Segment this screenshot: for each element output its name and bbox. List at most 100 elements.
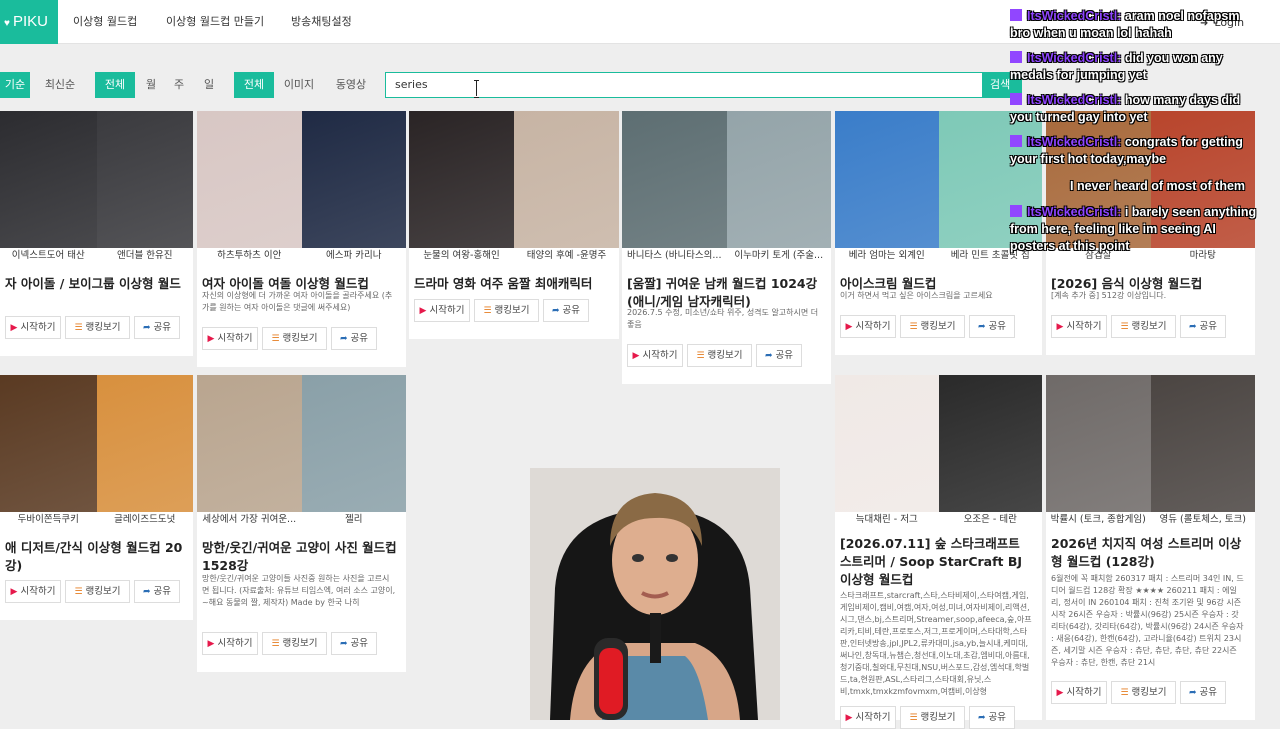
- card-description: 스타크래프트,starcraft,스타,스타비제이,스타여캠,게임,게임비제이,…: [840, 591, 1032, 696]
- card-thumbnail[interactable]: [197, 111, 406, 248]
- streamer-webcam: [530, 468, 780, 720]
- chat-message: ItsWickedCristl: how many days did you t…: [1010, 92, 1260, 126]
- share-button[interactable]: ➦ 공유: [134, 316, 180, 339]
- start-button-label: 시작하기: [855, 321, 891, 332]
- share-button-label: 공유: [562, 305, 581, 316]
- card-thumbnail[interactable]: [1046, 375, 1255, 512]
- worldcup-card[interactable]: 하츠투하츠 이안 에스파 카리나 여자 아이돌 여돌 이상형 월드컵 자신의 이상형에…: [197, 111, 406, 367]
- thumbnail-caption: 오조은 - 테란: [963, 514, 1017, 525]
- play-icon: ▶: [845, 713, 853, 723]
- subscriber-badge-icon: [1010, 51, 1022, 63]
- ranking-button[interactable]: ☰ 랭킹보기: [900, 315, 965, 338]
- share-button[interactable]: ➦ 공유: [756, 344, 802, 367]
- period-month-button[interactable]: 월: [140, 72, 162, 98]
- ranking-button[interactable]: ☰ 랭킹보기: [65, 580, 130, 603]
- ranking-button-label: 랭킹보기: [282, 638, 318, 649]
- nav-link-stream-chat-settings[interactable]: 방송채팅설정: [291, 0, 352, 44]
- thumbnail-caption: 두바이쫀득쿠키: [17, 514, 79, 525]
- card-description: 2026.7.5 수정, 미소년/쇼타 위주, 성격도 알고하시면 더 좋음: [627, 308, 819, 329]
- card-thumbnail[interactable]: [409, 111, 619, 248]
- start-button-label: 시작하기: [429, 305, 465, 316]
- sort-latest-button[interactable]: 최신순: [36, 72, 84, 98]
- share-button-label: 공유: [775, 350, 794, 361]
- worldcup-card[interactable]: 눈물의 여왕-홍해인 태양의 후예 -윤명주 드라마 영화 여주 움짤 최애캐릭터 ▶…: [409, 111, 619, 339]
- start-button-label: 시작하기: [1066, 687, 1102, 698]
- card-title[interactable]: 2026년 치지직 여성 스트리머 이상형 월드컵 (128강): [1051, 535, 1247, 571]
- worldcup-card[interactable]: 세상에서 가장 귀여운... 젤리 망한/웃긴/귀여운 고양이 사진 월드컵 152…: [197, 375, 406, 672]
- ranking-button-label: 랭킹보기: [494, 305, 530, 316]
- nav-link-worldcup[interactable]: 이상형 월드컵: [73, 0, 137, 44]
- thumbnail-image: [197, 375, 302, 512]
- worldcup-card[interactable]: 두바이쫀득쿠키 글레이즈드도넛애 디저트/간식 이상형 월드컵 20강) ▶ 시작하기…: [0, 375, 193, 620]
- logo-text: PIKU: [12, 13, 48, 30]
- play-icon: ▶: [1056, 322, 1064, 332]
- start-button[interactable]: ▶ 시작하기: [202, 632, 258, 655]
- worldcup-card[interactable]: 바니타스 (바니타스의... 이누마키 토게 (주술... [움짤] 귀여운 남캐 …: [622, 111, 831, 384]
- share-button[interactable]: ➦ 공유: [331, 327, 377, 350]
- period-day-button[interactable]: 일: [198, 72, 220, 98]
- start-button[interactable]: ▶ 시작하기: [202, 327, 258, 350]
- share-button-label: 공유: [350, 333, 369, 344]
- start-button[interactable]: ▶ 시작하기: [5, 580, 61, 603]
- share-icon: ➦: [1188, 688, 1197, 698]
- card-thumbnail[interactable]: [197, 375, 406, 512]
- start-button-label: 시작하기: [217, 333, 253, 344]
- card-title[interactable]: [2026.07.11] 숲 스타크래프트 스트리머 / Soop StarCr…: [840, 535, 1034, 589]
- chat-username: ItsWickedCristl:: [1027, 205, 1122, 219]
- card-title[interactable]: [움짤] 귀여운 남캐 월드컵 1024강 (애니/게임 남자캐릭터): [627, 275, 823, 311]
- card-title[interactable]: 망한/웃긴/귀여운 고양이 사진 월드컵 1528강: [202, 539, 398, 575]
- play-icon: ▶: [632, 351, 640, 361]
- worldcup-card[interactable]: 이넥스트도어 태산 앤더블 한유진 자 아이돌 / 보이그룹 이상형 월드 ▶ 시작하기…: [0, 111, 193, 356]
- play-icon: ▶: [207, 639, 215, 649]
- list-icon: ☰: [909, 322, 918, 332]
- start-button[interactable]: ▶ 시작하기: [1051, 681, 1107, 704]
- nav-link-create-worldcup[interactable]: 이상형 월드컵 만들기: [166, 0, 264, 44]
- start-button[interactable]: ▶ 시작하기: [414, 299, 470, 322]
- media-image-button[interactable]: 이미지: [278, 72, 320, 98]
- thumbnail-image: [514, 111, 619, 248]
- card-thumbnail[interactable]: [0, 375, 193, 512]
- share-button[interactable]: ➦ 공유: [1180, 315, 1226, 338]
- worldcup-card[interactable]: 박률시 (토크, 종합게임) 영듀 (롤토체스, 토크) 2026년 치지직 여성 …: [1046, 375, 1255, 720]
- start-button[interactable]: ▶ 시작하기: [840, 706, 896, 729]
- media-all-button[interactable]: 전체: [234, 72, 274, 98]
- ranking-button[interactable]: ☰ 랭킹보기: [1111, 681, 1176, 704]
- start-button[interactable]: ▶ 시작하기: [840, 315, 896, 338]
- card-description: 이거 하면서 먹고 싶은 아이스크림을 고르세요: [840, 291, 993, 300]
- card-thumbnail[interactable]: [622, 111, 831, 248]
- logo[interactable]: ♥ PIKU: [0, 0, 58, 44]
- ranking-button[interactable]: ☰ 랭킹보기: [1111, 315, 1176, 338]
- thumbnail-image: [301, 111, 406, 248]
- share-button[interactable]: ➦ 공유: [1180, 681, 1226, 704]
- ranking-button[interactable]: ☰ 랭킹보기: [262, 632, 327, 655]
- ranking-button[interactable]: ☰ 랭킹보기: [262, 327, 327, 350]
- card-title[interactable]: 드라마 영화 여주 움짤 최애캐릭터: [414, 275, 611, 293]
- start-button[interactable]: ▶ 시작하기: [627, 344, 683, 367]
- share-button[interactable]: ➦ 공유: [331, 632, 377, 655]
- share-button[interactable]: ➦ 공유: [134, 580, 180, 603]
- share-button-label: 공유: [1199, 321, 1218, 332]
- ranking-button[interactable]: ☰ 랭킹보기: [687, 344, 752, 367]
- worldcup-card[interactable]: 늑대채린 - 저그 오조은 - 테란 [2026.07.11] 숲 스타크래프트 스…: [835, 375, 1042, 729]
- share-icon: ➦: [142, 587, 151, 597]
- thumbnail-caption: 글레이즈드도넛: [114, 514, 176, 525]
- card-thumbnail[interactable]: [0, 111, 193, 248]
- card-thumbnail[interactable]: [835, 375, 1042, 512]
- share-button[interactable]: ➦ 공유: [543, 299, 589, 322]
- start-button-label: 시작하기: [20, 586, 56, 597]
- subscriber-badge-icon: [1010, 135, 1022, 147]
- start-button[interactable]: ▶ 시작하기: [5, 316, 61, 339]
- share-button[interactable]: ➦ 공유: [969, 315, 1015, 338]
- period-all-button[interactable]: 전체: [95, 72, 135, 98]
- ranking-button[interactable]: ☰ 랭킹보기: [474, 299, 539, 322]
- share-button[interactable]: ➦ 공유: [969, 706, 1015, 729]
- sort-popular-button[interactable]: 기순: [0, 72, 30, 98]
- card-title[interactable]: 애 디저트/간식 이상형 월드컵 20강): [5, 539, 185, 575]
- period-week-button[interactable]: 주: [168, 72, 190, 98]
- ranking-button[interactable]: ☰ 랭킹보기: [65, 316, 130, 339]
- start-button[interactable]: ▶ 시작하기: [1051, 315, 1107, 338]
- card-title[interactable]: 자 아이돌 / 보이그룹 이상형 월드: [5, 275, 185, 293]
- list-icon: ☰: [74, 587, 83, 597]
- media-video-button[interactable]: 동영상: [330, 72, 372, 98]
- ranking-button[interactable]: ☰ 랭킹보기: [900, 706, 965, 729]
